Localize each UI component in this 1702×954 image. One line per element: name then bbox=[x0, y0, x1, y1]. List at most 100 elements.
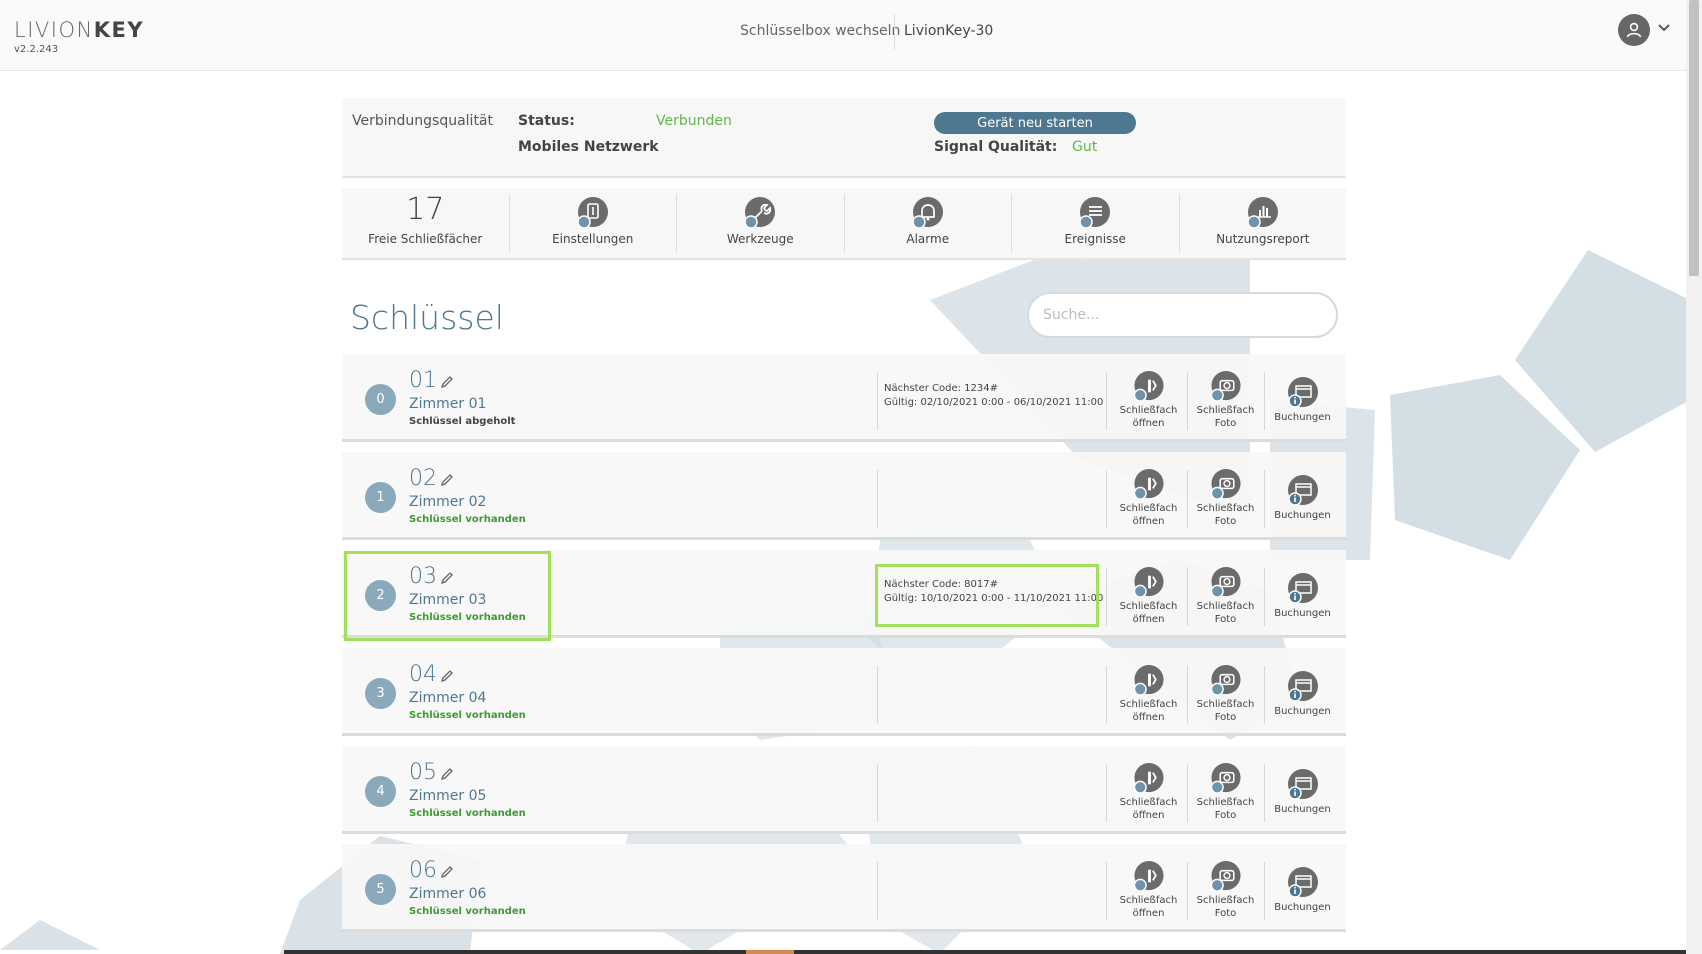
header-divider bbox=[894, 14, 895, 50]
locker-photo-button[interactable]: Schließfach Foto bbox=[1187, 762, 1264, 822]
key-status: Schlüssel abgeholt bbox=[409, 416, 516, 427]
action-label: Buchungen bbox=[1274, 510, 1331, 521]
locker-photo-button[interactable]: Schließfach Foto bbox=[1187, 566, 1264, 626]
key-status: Schlüssel vorhanden bbox=[409, 906, 526, 917]
tool-events[interactable]: Ereignisse bbox=[1012, 194, 1180, 252]
logo-text-light: LIVION bbox=[14, 18, 94, 42]
action-label-line2: öffnen bbox=[1132, 418, 1165, 429]
action-label-line1: Schließfach bbox=[1119, 601, 1178, 612]
action-label-line1: Schließfach bbox=[1196, 895, 1255, 906]
bookings-button[interactable]: Buchungen bbox=[1264, 762, 1341, 822]
room-name: Zimmer 05 bbox=[409, 788, 487, 804]
unlock-icon bbox=[1133, 468, 1164, 500]
user-avatar-button[interactable] bbox=[1618, 14, 1650, 46]
action-label-line2: öffnen bbox=[1132, 908, 1165, 919]
key-number: 03 bbox=[409, 564, 437, 589]
row-divider bbox=[1106, 568, 1107, 626]
unlock-icon bbox=[1133, 566, 1164, 598]
key-row: 1 02 Zimmer 02 Schlüssel vorhanden Schli… bbox=[342, 452, 1346, 540]
tool-tools[interactable]: Werkzeuge bbox=[677, 194, 845, 252]
row-divider bbox=[877, 372, 878, 430]
row-divider bbox=[877, 666, 878, 724]
bookings-button[interactable]: Buchungen bbox=[1264, 566, 1341, 626]
open-locker-button[interactable]: Schließfach öffnen bbox=[1110, 566, 1187, 626]
open-locker-button[interactable]: Schließfach öffnen bbox=[1110, 860, 1187, 920]
scrollbar-thumb[interactable] bbox=[1689, 0, 1699, 276]
open-locker-button[interactable]: Schließfach öffnen bbox=[1110, 468, 1187, 528]
locker-photo-button[interactable]: Schließfach Foto bbox=[1187, 664, 1264, 724]
bookings-info-icon bbox=[1287, 769, 1318, 800]
bookings-button[interactable]: Buchungen bbox=[1264, 664, 1341, 724]
open-locker-button[interactable]: Schließfach öffnen bbox=[1110, 762, 1187, 822]
row-divider bbox=[1106, 372, 1107, 430]
free-lockers-count: 17 bbox=[406, 192, 445, 227]
camera-icon bbox=[1210, 860, 1241, 892]
settings-icon bbox=[577, 197, 608, 229]
chevron-down-icon[interactable] bbox=[1656, 20, 1672, 36]
status-label: Status: bbox=[518, 113, 575, 129]
next-code: Nächster Code: 8017# bbox=[884, 579, 998, 590]
action-label-line2: Foto bbox=[1214, 614, 1237, 625]
restart-device-button[interactable]: Gerät neu starten bbox=[934, 112, 1136, 134]
locker-photo-button[interactable]: Schließfach Foto bbox=[1187, 860, 1264, 920]
key-index-badge: 3 bbox=[365, 678, 396, 709]
edit-pencil-icon[interactable] bbox=[440, 473, 454, 487]
bookings-button[interactable]: Buchungen bbox=[1264, 370, 1341, 430]
action-label-line2: öffnen bbox=[1132, 810, 1165, 821]
action-label-line1: Schließfach bbox=[1196, 699, 1255, 710]
bookings-info-icon bbox=[1287, 867, 1318, 898]
room-name: Zimmer 01 bbox=[409, 396, 487, 412]
edit-pencil-icon[interactable] bbox=[440, 571, 454, 585]
action-label: Buchungen bbox=[1274, 412, 1331, 423]
vertical-scrollbar[interactable] bbox=[1686, 0, 1702, 954]
key-row: 2 03 Zimmer 03 Schlüssel vorhanden Nächs… bbox=[342, 550, 1346, 638]
bookings-info-icon bbox=[1287, 377, 1318, 408]
tool-usage-report[interactable]: Nutzungsreport bbox=[1180, 194, 1347, 252]
action-label: Schließfach Foto bbox=[1197, 796, 1255, 822]
network-type: Mobiles Netzwerk bbox=[518, 139, 659, 155]
connection-quality-title: Verbindungsqualität bbox=[352, 113, 493, 129]
tool-free-lockers[interactable]: 17 Freie Schließfächer bbox=[342, 192, 510, 252]
user-icon bbox=[1626, 22, 1642, 38]
camera-icon bbox=[1210, 370, 1241, 402]
key-list: 0 01 Zimmer 01 Schlüssel abgeholt Nächst… bbox=[342, 354, 1346, 942]
key-row: 0 01 Zimmer 01 Schlüssel abgeholt Nächst… bbox=[342, 354, 1346, 442]
key-row: 4 05 Zimmer 05 Schlüssel vorhanden Schli… bbox=[342, 746, 1346, 834]
room-name: Zimmer 03 bbox=[409, 592, 487, 608]
action-label: Schließfach öffnen bbox=[1120, 698, 1178, 724]
action-label-line2: öffnen bbox=[1132, 712, 1165, 723]
action-label-line1: Schließfach bbox=[1196, 601, 1255, 612]
bookings-info-icon bbox=[1287, 573, 1318, 604]
action-label: Schließfach Foto bbox=[1197, 404, 1255, 430]
app-version: v2.2.243 bbox=[14, 44, 59, 55]
bookings-button[interactable]: Buchungen bbox=[1264, 860, 1341, 920]
room-name: Zimmer 04 bbox=[409, 690, 487, 706]
row-divider bbox=[1106, 764, 1107, 822]
open-locker-button[interactable]: Schließfach öffnen bbox=[1110, 370, 1187, 430]
list-icon bbox=[1079, 197, 1111, 229]
tool-settings[interactable]: Einstellungen bbox=[510, 194, 677, 252]
keys-section-title: Schlüssel bbox=[350, 298, 504, 337]
edit-pencil-icon[interactable] bbox=[440, 669, 454, 683]
switch-keybox-link[interactable]: Schlüsselbox wechseln bbox=[740, 23, 900, 39]
locker-photo-button[interactable]: Schließfach Foto bbox=[1187, 370, 1264, 430]
open-locker-button[interactable]: Schließfach öffnen bbox=[1110, 664, 1187, 724]
key-number: 02 bbox=[409, 466, 437, 491]
edit-pencil-icon[interactable] bbox=[440, 865, 454, 879]
edit-pencil-icon[interactable] bbox=[440, 375, 454, 389]
search-input[interactable] bbox=[1027, 292, 1338, 338]
key-status: Schlüssel vorhanden bbox=[409, 808, 526, 819]
row-divider bbox=[877, 568, 878, 626]
livionkey-logo[interactable]: LIVIONKEY bbox=[14, 18, 144, 42]
tool-label: Freie Schließfächer bbox=[368, 232, 483, 246]
tool-alarms[interactable]: Alarme bbox=[845, 194, 1012, 252]
key-number: 05 bbox=[409, 760, 437, 785]
edit-pencil-icon[interactable] bbox=[440, 767, 454, 781]
bookings-button[interactable]: Buchungen bbox=[1264, 468, 1341, 528]
action-label: Schließfach Foto bbox=[1197, 600, 1255, 626]
action-label: Buchungen bbox=[1274, 804, 1331, 815]
action-label: Schließfach Foto bbox=[1197, 698, 1255, 724]
locker-photo-button[interactable]: Schließfach Foto bbox=[1187, 468, 1264, 528]
action-label-line1: Schließfach bbox=[1119, 699, 1178, 710]
row-divider bbox=[1106, 470, 1107, 528]
